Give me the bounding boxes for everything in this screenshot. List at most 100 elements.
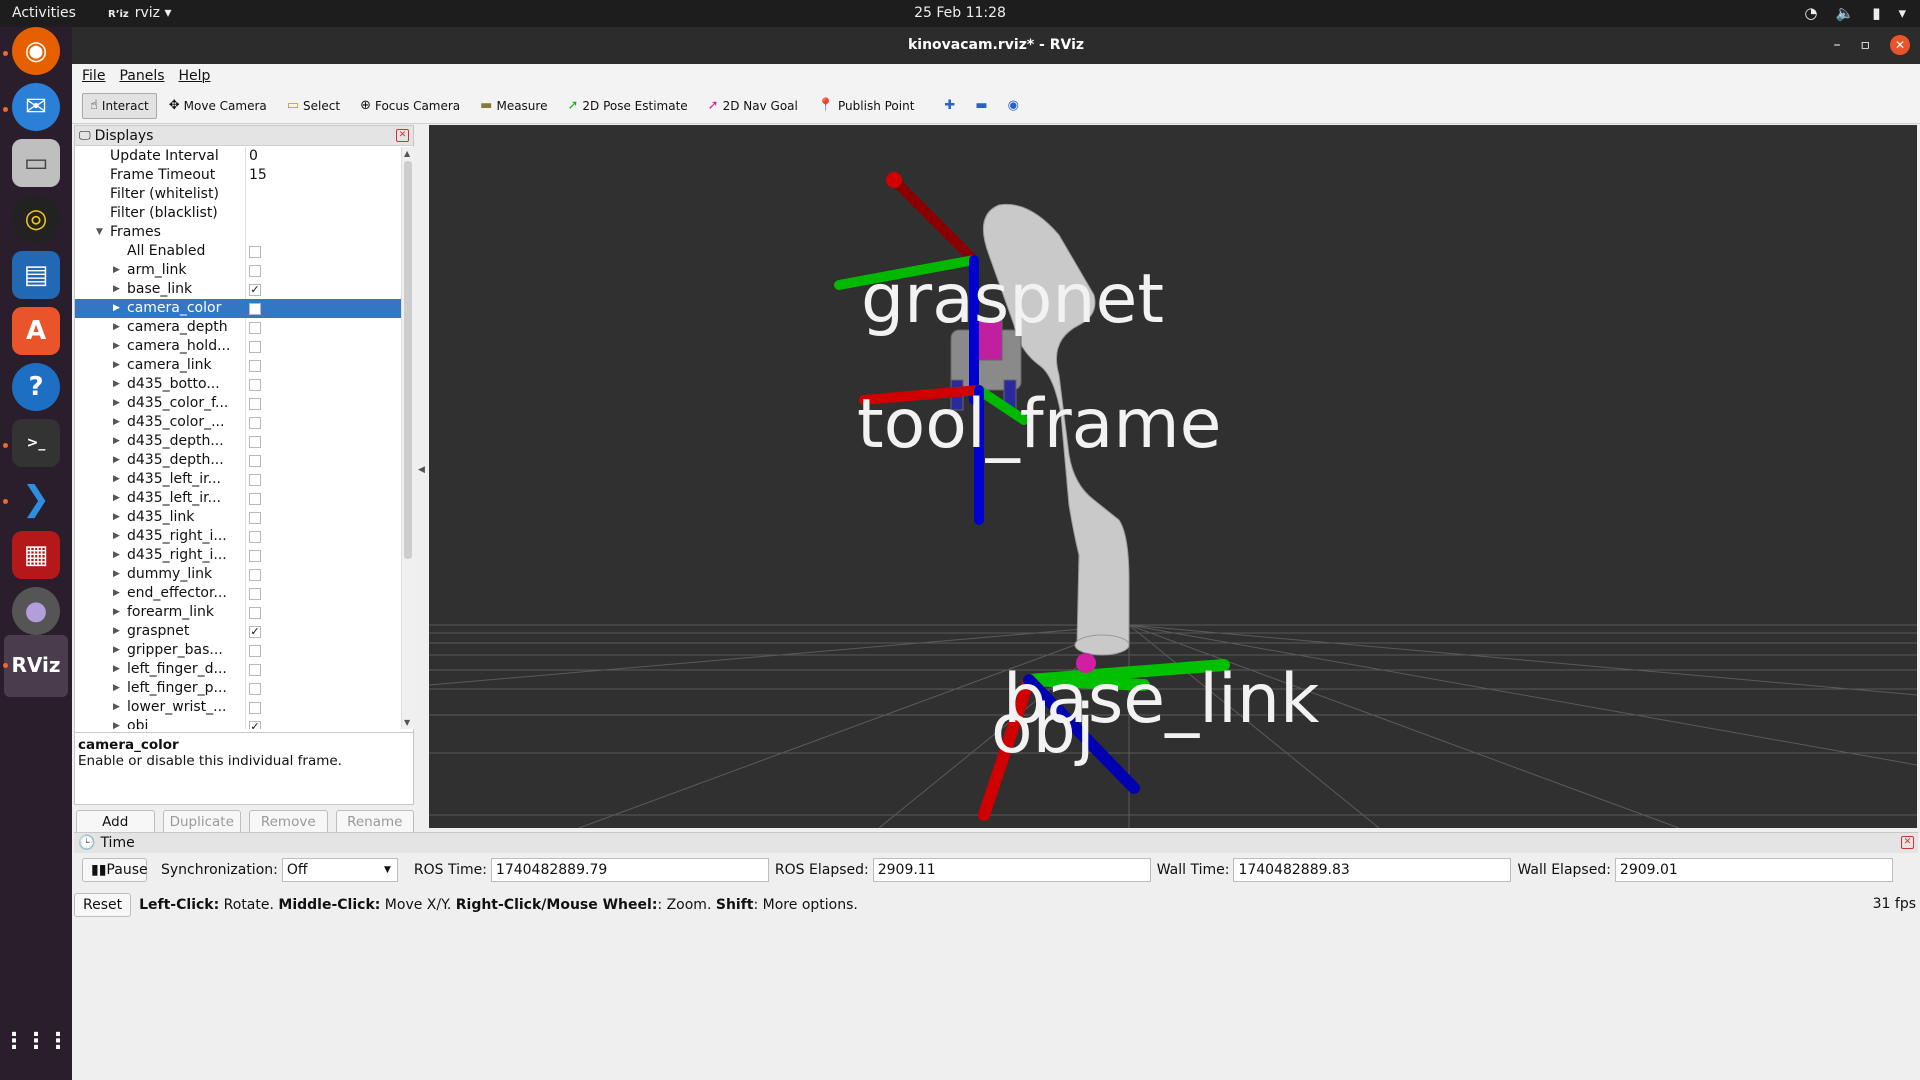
frame-checkbox[interactable] [249, 531, 261, 543]
system-tray[interactable]: ◔ 🔈 ▮ ▾ [1804, 4, 1906, 22]
focus-camera-tool-button[interactable]: ⊕ Focus Camera [352, 93, 468, 119]
expand-arrow-icon[interactable]: ▶ [113, 337, 120, 356]
ros-time-field[interactable]: 1740482889.79 [490, 858, 769, 882]
property-row[interactable]: Filter (blacklist) [75, 204, 401, 223]
frame-checkbox[interactable] [249, 455, 261, 467]
frame-row[interactable]: ▶ camera_hold... [75, 337, 401, 356]
ros-elapsed-field[interactable]: 2909.11 [872, 858, 1151, 882]
frame-row[interactable]: ▶ base_link ✓ [75, 280, 401, 299]
help-icon[interactable]: ? [12, 363, 60, 411]
menu-help[interactable]: Help [179, 64, 211, 88]
frame-row[interactable]: ▶ camera_color [75, 299, 401, 318]
frame-checkbox[interactable] [249, 322, 261, 334]
frame-row[interactable]: ▶ lower_wrist_... [75, 698, 401, 717]
expand-arrow-icon[interactable]: ▶ [113, 698, 120, 717]
property-row[interactable]: Frame Timeout 15 [75, 166, 401, 185]
frame-checkbox[interactable]: ✓ [249, 284, 261, 296]
rviz-dock-icon[interactable]: RViz [11, 641, 60, 689]
3d-viewport[interactable]: graspnet tool_frame base_link obj [429, 125, 1917, 828]
camera-type-button[interactable]: ◉ [1000, 93, 1027, 119]
expand-arrow-icon[interactable]: ▶ [113, 622, 120, 641]
frame-row[interactable]: ▶ end_effector... [75, 584, 401, 603]
frame-row[interactable]: ▶ d435_color_... [75, 413, 401, 432]
app-center-icon[interactable]: A [12, 307, 60, 355]
menu-file[interactable]: File [82, 64, 105, 88]
expand-arrow-icon[interactable]: ▶ [113, 603, 120, 622]
scrollbar-thumb[interactable] [404, 161, 412, 559]
frame-row[interactable]: ▶ d435_botto... [75, 375, 401, 394]
tree-scrollbar[interactable]: ▲ ▼ [401, 147, 414, 729]
expand-arrow-icon[interactable]: ▶ [113, 641, 120, 660]
frame-checkbox[interactable] [249, 664, 261, 676]
wall-time-field[interactable]: 1740482889.83 [1233, 858, 1512, 882]
panel-close-icon[interactable]: ✕ [396, 129, 409, 142]
remove-display-button[interactable]: Remove [249, 810, 328, 834]
reset-button[interactable]: Reset [74, 893, 132, 917]
add-display-button[interactable]: Add [76, 810, 155, 834]
property-value[interactable]: 0 [249, 147, 258, 166]
frame-row[interactable]: ▶ d435_color_f... [75, 394, 401, 413]
frame-checkbox[interactable] [249, 607, 261, 619]
thunderbird-icon[interactable]: ✉ [12, 83, 60, 131]
frame-row[interactable]: ▶ d435_left_ir... [75, 489, 401, 508]
frame-checkbox[interactable] [249, 379, 261, 391]
menu-panels[interactable]: Panels [119, 64, 164, 88]
rhythmbox-icon[interactable]: ◎ [12, 195, 60, 243]
maximize-icon[interactable]: ▫ [1861, 27, 1871, 64]
frame-checkbox[interactable] [249, 569, 261, 581]
frame-checkbox[interactable] [249, 436, 261, 448]
expand-arrow-icon[interactable]: ▶ [113, 660, 120, 679]
files-icon[interactable]: ▭ [12, 139, 60, 187]
frame-checkbox[interactable] [249, 265, 261, 277]
expand-arrow-icon[interactable]: ▶ [113, 413, 120, 432]
expand-arrow-icon[interactable]: ▶ [113, 280, 120, 299]
left-splitter[interactable]: ◀ [415, 125, 427, 828]
frame-checkbox[interactable] [249, 512, 261, 524]
expand-arrow-icon[interactable]: ▶ [113, 356, 120, 375]
expand-arrow-icon[interactable]: ▶ [113, 489, 120, 508]
all-enabled-checkbox[interactable] [249, 246, 261, 258]
frame-row[interactable]: ▶ d435_right_i... [75, 527, 401, 546]
frame-row[interactable]: ▶ left_finger_d... [75, 660, 401, 679]
frame-checkbox[interactable] [249, 341, 261, 353]
frame-row[interactable]: ▶ camera_link [75, 356, 401, 375]
writer-icon[interactable]: ▤ [12, 251, 60, 299]
add-tool-button[interactable]: ✚ [936, 93, 963, 119]
frame-checkbox[interactable] [249, 683, 261, 695]
app-menu[interactable]: R’iz rviz ▾ [108, 5, 172, 21]
pose-estimate-tool-button[interactable]: ➚ 2D Pose Estimate [559, 93, 695, 119]
expand-arrow-icon[interactable]: ▶ [113, 717, 120, 729]
remove-tool-button[interactable]: ▬ [967, 93, 995, 119]
frame-checkbox[interactable] [249, 588, 261, 600]
close-icon[interactable]: ✕ [1890, 35, 1910, 55]
move-camera-tool-button[interactable]: ✥ Move Camera [161, 93, 275, 119]
frame-checkbox[interactable] [249, 550, 261, 562]
terminal-icon[interactable]: >_ [12, 419, 60, 467]
scroll-up-icon[interactable]: ▲ [404, 149, 410, 158]
frame-row[interactable]: ▶ d435_depth... [75, 451, 401, 470]
frame-row[interactable]: ▶ obj ✓ [75, 717, 401, 729]
firefox-icon[interactable]: ◉ [12, 27, 60, 75]
frame-row[interactable]: ▶ left_finger_p... [75, 679, 401, 698]
frame-checkbox[interactable] [249, 303, 261, 315]
frame-checkbox[interactable] [249, 645, 261, 657]
scroll-down-icon[interactable]: ▼ [404, 718, 410, 727]
frame-checkbox[interactable] [249, 493, 261, 505]
camera-app-icon[interactable]: ● [12, 587, 60, 635]
show-apps-icon[interactable]: ⋮⋮⋮ [3, 1017, 69, 1065]
nav-goal-tool-button[interactable]: ➚ 2D Nav Goal [700, 93, 806, 119]
frame-row[interactable]: ▶ camera_depth [75, 318, 401, 337]
frame-row[interactable]: ▶ arm_link [75, 261, 401, 280]
frame-row[interactable]: ▶ forearm_link [75, 603, 401, 622]
interact-tool-button[interactable]: ☝ Interact [82, 92, 157, 119]
frame-row[interactable]: ▶ d435_depth... [75, 432, 401, 451]
expand-arrow-icon[interactable]: ▶ [113, 432, 120, 451]
time-panel-close-icon[interactable]: ✕ [1901, 836, 1914, 849]
expand-arrow-icon[interactable]: ▶ [113, 508, 120, 527]
sync-select[interactable]: Off ▼ [281, 858, 398, 882]
frame-checkbox[interactable] [249, 702, 261, 714]
publish-point-tool-button[interactable]: 📍 Publish Point [810, 93, 923, 119]
expand-arrow-icon[interactable]: ▶ [113, 470, 120, 489]
measure-tool-button[interactable]: ▬ Measure [472, 93, 555, 119]
expand-arrow-icon[interactable]: ▶ [113, 375, 120, 394]
